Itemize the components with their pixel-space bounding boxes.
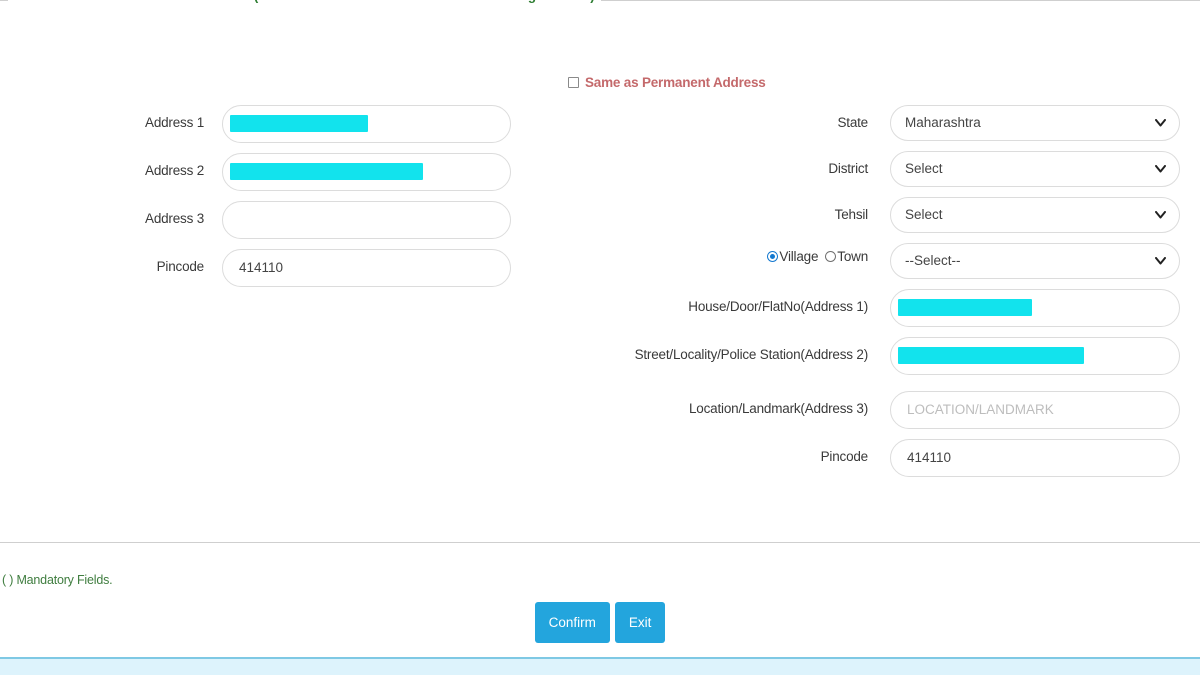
field-row-pincode-right: Pincode 414110 — [600, 439, 1200, 477]
label-village: Village — [779, 249, 819, 264]
redaction-bar-house-door-flatno — [898, 299, 1032, 316]
label-location-landmark: Location/Landmark(Address 3) — [689, 401, 868, 416]
label-street-locality: Street/Locality/Police Station(Address 2… — [634, 347, 869, 362]
exit-button[interactable]: Exit — [614, 602, 666, 643]
input-address-3[interactable] — [222, 201, 511, 239]
label-pincode-right: Pincode — [820, 449, 869, 464]
field-row-address-2: Address 2 — [0, 153, 600, 191]
confirm-button[interactable]: Confirm — [534, 602, 610, 643]
same-as-permanent-label: Same as Permanent Address — [585, 75, 766, 90]
redaction-bar-street-locality — [898, 347, 1084, 364]
control-village-town-select: --Select-- — [890, 243, 1180, 279]
field-row-tehsil: Tehsil Select — [600, 197, 1200, 233]
redaction-bar-address-2 — [230, 163, 423, 180]
select-village-town[interactable]: --Select-- — [890, 243, 1180, 279]
input-pincode-right[interactable]: 414110 — [890, 439, 1180, 477]
control-pincode-right: 414110 — [890, 439, 1180, 477]
control-location-landmark: LOCATION/LANDMARK — [890, 391, 1180, 429]
control-tehsil: Select — [890, 197, 1180, 233]
legend-note: (Enter the Address as available on the e… — [254, 0, 595, 3]
field-row-pincode-left: Pincode 414110 — [0, 249, 600, 287]
left-address-column: Address 1 Address 2 Address 3 Pincode 41… — [0, 105, 600, 297]
label-town: Town — [837, 249, 868, 264]
form-action-bar: Confirm Exit — [0, 602, 1200, 643]
chevron-down-glyph — [1155, 165, 1166, 173]
village-town-radio-group[interactable]: Village Town — [600, 243, 890, 264]
label-address-3: Address 3 — [145, 211, 204, 226]
label-state: State — [837, 115, 868, 130]
field-row-location-landmark: Location/Landmark(Address 3) LOCATION/LA… — [600, 391, 1200, 429]
chevron-down-icon — [1155, 244, 1166, 278]
control-state: Maharashtra — [890, 105, 1180, 141]
select-tehsil[interactable]: Select — [890, 197, 1180, 233]
label-address-1: Address 1 — [145, 115, 204, 130]
field-row-address-1: Address 1 — [0, 105, 600, 143]
radio-village[interactable] — [767, 251, 779, 262]
same-as-permanent-checkbox[interactable] — [568, 77, 579, 88]
control-house-door-flatno — [890, 289, 1180, 327]
select-district-value: Select — [905, 161, 943, 176]
field-row-district: District Select — [600, 151, 1200, 187]
label-district: District — [828, 161, 868, 176]
select-tehsil-value: Select — [905, 207, 943, 222]
label-address-2: Address 2 — [145, 163, 204, 178]
label-tehsil: Tehsil — [834, 207, 869, 222]
input-pincode-left[interactable]: 414110 — [222, 249, 511, 287]
page-footer-bar — [0, 657, 1200, 675]
chevron-down-icon — [1155, 198, 1166, 232]
chevron-down-icon — [1155, 106, 1166, 140]
control-address-1 — [222, 105, 511, 143]
input-location-landmark[interactable]: LOCATION/LANDMARK — [890, 391, 1180, 429]
redaction-bar-address-1 — [230, 115, 368, 132]
select-district[interactable]: Select — [890, 151, 1180, 187]
field-row-address-3: Address 3 — [0, 201, 600, 239]
control-pincode-left: 414110 — [222, 249, 511, 287]
select-state[interactable]: Maharashtra — [890, 105, 1180, 141]
label-house-door-flatno: House/Door/FlatNo(Address 1) — [688, 299, 868, 314]
same-as-permanent-address-row[interactable]: Same as Permanent Address — [568, 75, 766, 90]
chevron-down-icon — [1155, 152, 1166, 186]
chevron-down-glyph — [1155, 257, 1166, 265]
control-address-2 — [222, 153, 511, 191]
select-village-town-value: --Select-- — [905, 253, 961, 268]
field-row-house-door-flatno: House/Door/FlatNo(Address 1) — [600, 289, 1200, 327]
field-row-street-locality: Street/Locality/Police Station(Address 2… — [600, 337, 1200, 375]
control-address-3 — [222, 201, 511, 239]
control-street-locality — [890, 337, 1180, 375]
legend-subtitle: - To be Printed on SmartCard — [136, 0, 251, 2]
page-title: Present Address — [12, 0, 133, 4]
field-row-village-town: Village Town --Select-- — [600, 243, 1200, 279]
chevron-down-glyph — [1155, 211, 1166, 219]
chevron-down-glyph — [1155, 119, 1166, 127]
radio-town[interactable] — [825, 251, 837, 262]
label-pincode-left: Pincode — [156, 259, 205, 274]
fieldset-legend: Present Address- To be Printed on SmartC… — [8, 0, 601, 4]
select-state-value: Maharashtra — [905, 115, 981, 130]
right-address-column: State Maharashtra District Select Tehsil… — [600, 105, 1200, 487]
present-address-fieldset: Present Address- To be Printed on SmartC… — [0, 0, 1200, 543]
control-district: Select — [890, 151, 1180, 187]
mandatory-fields-note: ( ) Mandatory Fields. — [2, 573, 113, 587]
field-row-state: State Maharashtra — [600, 105, 1200, 141]
